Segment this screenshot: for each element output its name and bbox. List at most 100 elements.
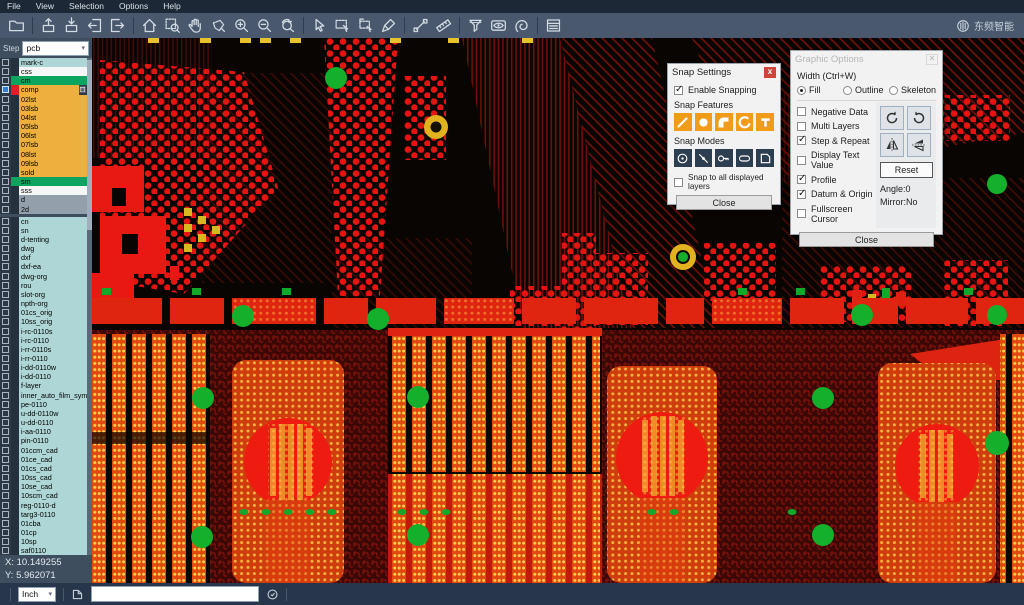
layer-visibility-checkbox[interactable] bbox=[2, 364, 9, 371]
rotate-cw-button[interactable] bbox=[880, 106, 904, 130]
graphic-checkbox-row[interactable]: Display Text Value bbox=[797, 150, 876, 170]
layer-visibility-checkbox[interactable] bbox=[2, 151, 9, 158]
checkbox-icon[interactable] bbox=[797, 136, 806, 145]
zoom-window-icon[interactable] bbox=[161, 14, 184, 37]
layer-visibility-checkbox[interactable] bbox=[2, 178, 9, 185]
layer-visibility-checkbox[interactable] bbox=[2, 392, 9, 399]
menu-item[interactable]: Selection bbox=[69, 0, 104, 13]
select-cursor-icon[interactable] bbox=[308, 14, 331, 37]
zoom-in-icon[interactable] bbox=[230, 14, 253, 37]
layer-visibility-checkbox[interactable] bbox=[2, 355, 9, 362]
layer-visibility-checkbox[interactable] bbox=[2, 346, 9, 353]
layer-visibility-checkbox[interactable] bbox=[2, 328, 9, 335]
layer-visibility-checkbox[interactable] bbox=[2, 132, 9, 139]
layer-visibility-checkbox[interactable] bbox=[2, 474, 9, 481]
radio-icon[interactable] bbox=[843, 86, 852, 95]
layer-row[interactable]: sold ▦ bbox=[0, 168, 87, 177]
mirror-horizontal-button[interactable] bbox=[880, 133, 904, 157]
layer-visibility-checkbox[interactable] bbox=[2, 465, 9, 472]
mode-vertex-button[interactable] bbox=[756, 149, 774, 167]
snap-pad-button[interactable] bbox=[695, 113, 713, 131]
layer-visibility-checkbox[interactable] bbox=[2, 300, 9, 307]
snap-line-button[interactable] bbox=[674, 113, 692, 131]
mirror-vertical-button[interactable] bbox=[907, 133, 931, 157]
layer-visibility-checkbox[interactable] bbox=[2, 273, 9, 280]
layer-row[interactable]: i-rr-0110 ▦ bbox=[0, 354, 87, 363]
layer-visibility-checkbox[interactable] bbox=[2, 59, 9, 66]
layer-row[interactable]: 01ce_cad ▦ bbox=[0, 455, 87, 464]
layer-row[interactable]: 06lst ▦ bbox=[0, 131, 87, 140]
layer-row[interactable]: dxf-ea ▦ bbox=[0, 262, 87, 271]
mode-key-button[interactable] bbox=[715, 149, 733, 167]
page-import-icon[interactable] bbox=[83, 14, 106, 37]
close-icon[interactable]: ✕ bbox=[926, 54, 938, 65]
layers-panel-icon[interactable] bbox=[542, 14, 565, 37]
layer-row[interactable]: i-dd-0110w ▦ bbox=[0, 363, 87, 372]
layer-row[interactable]: f-layer ▦ bbox=[0, 381, 87, 390]
layer-row[interactable]: dxf ▦ bbox=[0, 253, 87, 262]
layer-row[interactable]: 10se_cad ▦ bbox=[0, 482, 87, 491]
import-down-icon[interactable] bbox=[60, 14, 83, 37]
layer-row[interactable]: d-tenting ▦ bbox=[0, 235, 87, 244]
layer-visibility-checkbox[interactable] bbox=[2, 538, 9, 545]
layer-row[interactable]: mark-c ▦ bbox=[0, 58, 87, 67]
layer-visibility-checkbox[interactable] bbox=[2, 318, 9, 325]
checkbox-icon[interactable] bbox=[797, 190, 806, 199]
layer-visibility-checkbox[interactable] bbox=[2, 520, 9, 527]
menu-item[interactable]: Options bbox=[119, 0, 148, 13]
menu-item[interactable]: File bbox=[7, 0, 21, 13]
graphic-checkbox-row[interactable]: Datum & Origin bbox=[797, 189, 876, 199]
graphic-checkbox-row[interactable]: Step & Repeat bbox=[797, 136, 876, 146]
layer-visibility-checkbox[interactable] bbox=[2, 68, 9, 75]
layer-visibility-checkbox[interactable] bbox=[2, 282, 9, 289]
layer-visibility-checkbox[interactable] bbox=[2, 483, 9, 490]
layer-row[interactable]: sn ▦ bbox=[0, 226, 87, 235]
layer-visibility-checkbox[interactable] bbox=[2, 160, 9, 167]
layer-row[interactable]: sm ▦ bbox=[0, 177, 87, 186]
enable-snapping-checkbox[interactable] bbox=[674, 86, 683, 95]
select-reference-icon[interactable] bbox=[354, 14, 377, 37]
layer-visibility-checkbox[interactable] bbox=[2, 263, 9, 270]
layer-visibility-checkbox[interactable] bbox=[2, 437, 9, 444]
layer-visibility-checkbox[interactable] bbox=[2, 245, 9, 252]
width-radio-option[interactable]: Outline bbox=[843, 85, 885, 95]
layer-row[interactable]: dwg ▦ bbox=[0, 244, 87, 253]
menu-item[interactable]: View bbox=[36, 0, 54, 13]
layer-row[interactable]: i-rc-0110 ▦ bbox=[0, 336, 87, 345]
layer-visibility-checkbox[interactable] bbox=[2, 187, 9, 194]
layer-row[interactable]: cm ▦ bbox=[0, 76, 87, 85]
graphic-close-button[interactable]: Close bbox=[799, 232, 934, 247]
layer-visibility-checkbox[interactable] bbox=[2, 456, 9, 463]
layer-row[interactable]: 01ccm_cad ▦ bbox=[0, 446, 87, 455]
layer-row[interactable]: css ▦ bbox=[0, 67, 87, 76]
layer-row[interactable]: i-rc-0110s ▦ bbox=[0, 327, 87, 336]
layer-visibility-checkbox[interactable] bbox=[2, 419, 9, 426]
script-page-icon[interactable] bbox=[71, 588, 84, 601]
import-up-icon[interactable] bbox=[37, 14, 60, 37]
layer-row[interactable]: pin-0110 ▦ bbox=[0, 436, 87, 445]
layer-row[interactable]: 01cp ▦ bbox=[0, 528, 87, 537]
layer-visibility-checkbox[interactable] bbox=[2, 77, 9, 84]
pan-hand-icon[interactable] bbox=[184, 14, 207, 37]
mode-slot-button[interactable] bbox=[736, 149, 754, 167]
snap-toggle-icon[interactable] bbox=[510, 14, 533, 37]
layer-row[interactable]: pe-0110 ▦ bbox=[0, 400, 87, 409]
layer-visibility-checkbox[interactable] bbox=[2, 141, 9, 148]
layer-row[interactable]: cn ▦ bbox=[0, 217, 87, 226]
snap-corner-button[interactable] bbox=[715, 113, 733, 131]
layer-visibility-checkbox[interactable] bbox=[2, 291, 9, 298]
zoom-selection-icon[interactable] bbox=[207, 14, 230, 37]
filter-icon[interactable] bbox=[464, 14, 487, 37]
layer-row[interactable]: comp ▦ bbox=[0, 85, 87, 94]
layer-row[interactable]: 03lsb ▦ bbox=[0, 104, 87, 113]
layer-row[interactable]: rou ▦ bbox=[0, 281, 87, 290]
layer-row[interactable]: 01cba ▦ bbox=[0, 519, 87, 528]
checkbox-icon[interactable] bbox=[797, 209, 806, 218]
visibility-eye-icon[interactable] bbox=[487, 14, 510, 37]
layer-visibility-checkbox[interactable] bbox=[2, 96, 9, 103]
layer-visibility-checkbox[interactable] bbox=[2, 428, 9, 435]
layer-visibility-checkbox[interactable] bbox=[2, 227, 9, 234]
layer-row[interactable]: i-dd-0110 ▦ bbox=[0, 372, 87, 381]
layer-row[interactable]: d ▦ bbox=[0, 195, 87, 204]
graphic-checkbox-row[interactable]: Negative Data bbox=[797, 107, 876, 117]
